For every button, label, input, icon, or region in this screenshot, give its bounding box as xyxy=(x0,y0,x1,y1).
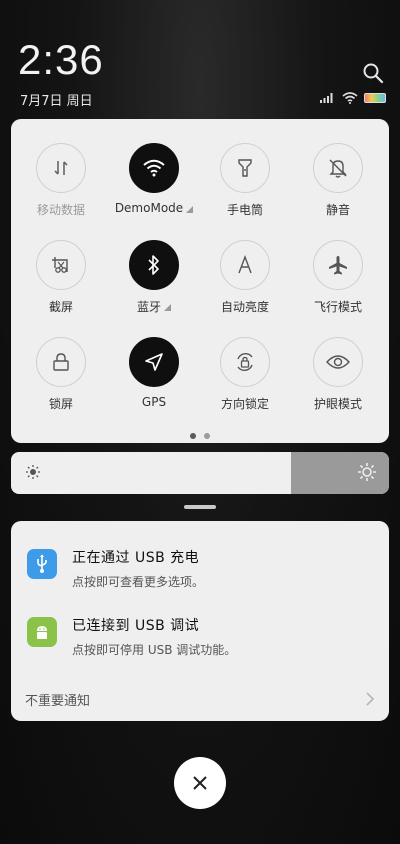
notification-body: 点按即可停用 USB 调试功能。 xyxy=(72,643,237,657)
location-arrow-icon xyxy=(129,337,179,387)
notification-usb-charging[interactable]: 正在通过 USB 充电 点按即可查看更多选项。 xyxy=(27,547,204,590)
date-label: 7月7日 周日 xyxy=(20,94,93,109)
tile-eye-protection[interactable]: 护眼模式 xyxy=(290,337,386,412)
more-options-icon xyxy=(164,304,171,311)
bluetooth-icon xyxy=(129,240,179,290)
tile-label: 飞行模式 xyxy=(313,300,362,314)
tile-label: 手电筒 xyxy=(226,203,263,217)
tile-mobile-data[interactable]: 移动数据 xyxy=(13,143,109,218)
tile-screenshot[interactable]: 截屏 xyxy=(13,240,109,315)
page-dot[interactable] xyxy=(204,433,210,439)
page-dot-active[interactable] xyxy=(190,433,196,439)
tile-auto-brightness[interactable]: 自动亮度 xyxy=(197,240,293,315)
mobile-data-icon xyxy=(36,143,86,193)
clear-all-button[interactable] xyxy=(174,757,226,809)
tile-label: 方向锁定 xyxy=(220,397,269,411)
tile-label: 护眼模式 xyxy=(313,397,362,411)
brightness-high-icon xyxy=(358,463,376,481)
status-bar-icons xyxy=(320,92,386,104)
airplane-icon xyxy=(313,240,363,290)
tile-rotation-lock[interactable]: 方向锁定 xyxy=(197,337,293,412)
tile-airplane[interactable]: 飞行模式 xyxy=(290,240,386,315)
notification-title: 正在通过 USB 充电 xyxy=(72,550,200,566)
wifi-icon xyxy=(129,143,179,193)
clock-time: 2:36 xyxy=(18,36,104,83)
mute-bell-icon xyxy=(313,143,363,193)
tile-gps[interactable]: GPS xyxy=(106,337,202,409)
tile-label: 截屏 xyxy=(48,300,73,314)
tile-flashlight[interactable]: 手电筒 xyxy=(197,143,293,218)
unimportant-notifications-link[interactable]: 不重要通知 xyxy=(25,690,90,709)
notification-usb-debugging[interactable]: 已连接到 USB 调试 点按即可停用 USB 调试功能。 xyxy=(27,615,236,658)
brightness-slider[interactable] xyxy=(11,452,389,494)
tile-mute[interactable]: 静音 xyxy=(290,143,386,218)
battery-icon xyxy=(364,93,386,103)
notification-body: 点按即可查看更多选项。 xyxy=(72,575,205,589)
page-indicator xyxy=(0,433,400,439)
chevron-right-icon xyxy=(366,692,375,706)
eye-icon xyxy=(313,337,363,387)
tile-label: 静音 xyxy=(325,203,350,217)
drag-handle[interactable] xyxy=(184,505,216,509)
brightness-low-icon xyxy=(26,465,40,479)
signal-icon xyxy=(320,93,333,103)
tile-wifi[interactable]: DemoMode xyxy=(106,143,202,215)
tile-bluetooth[interactable]: 蓝牙 xyxy=(106,240,202,315)
tile-label: 移动数据 xyxy=(36,203,85,217)
tile-label: 锁屏 xyxy=(48,397,73,411)
tile-lock-screen[interactable]: 锁屏 xyxy=(13,337,109,412)
quick-settings-panel: 移动数据 DemoMode 手电筒 静音 截屏 蓝牙 自动亮度 飞行模式 锁屏 … xyxy=(11,119,389,443)
notification-panel: 正在通过 USB 充电 点按即可查看更多选项。 已连接到 USB 调试 点按即可… xyxy=(11,521,389,721)
tile-label: GPS xyxy=(141,395,167,409)
usb-icon xyxy=(27,549,57,579)
flashlight-icon xyxy=(220,143,270,193)
notification-title: 已连接到 USB 调试 xyxy=(72,618,200,634)
close-icon xyxy=(193,776,207,790)
search-icon[interactable] xyxy=(362,62,384,84)
tile-label: 蓝牙 xyxy=(137,298,171,315)
lock-icon xyxy=(36,337,86,387)
wifi-status-icon xyxy=(342,92,358,104)
rotation-lock-icon xyxy=(220,337,270,387)
android-icon xyxy=(27,617,57,647)
auto-brightness-icon xyxy=(220,240,270,290)
tile-label: DemoMode xyxy=(115,201,194,215)
more-options-icon xyxy=(186,205,194,213)
tile-label: 自动亮度 xyxy=(220,300,269,314)
screenshot-icon xyxy=(36,240,86,290)
